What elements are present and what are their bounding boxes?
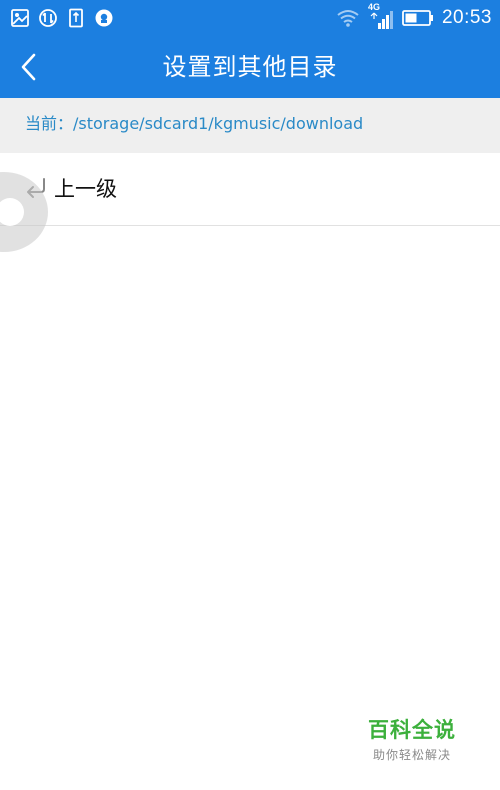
watermark-logo: 百科全说 助你轻松解决 bbox=[368, 714, 456, 763]
title-bar: 设置到其他目录 bbox=[0, 36, 500, 98]
back-button[interactable] bbox=[10, 47, 50, 87]
shield-icon bbox=[95, 9, 113, 27]
download-icon bbox=[69, 8, 83, 28]
watermark-subtitle: 助你轻松解决 bbox=[372, 748, 451, 762]
parent-directory-label: 上一级 bbox=[54, 177, 117, 201]
parent-directory-item[interactable]: 上一级 bbox=[0, 153, 500, 226]
battery-icon bbox=[402, 10, 433, 26]
status-time: 20:53 bbox=[441, 7, 492, 28]
status-bar: 4G 20:53 bbox=[0, 0, 500, 36]
sync-icon bbox=[39, 9, 57, 27]
signal-icon bbox=[370, 11, 393, 29]
screen: 4G 20:53 设置到其他目录 当前：/storage/sdcard1/kgm… bbox=[0, 0, 500, 790]
assist-ball-center bbox=[0, 198, 24, 226]
watermark-title: 百科全说 bbox=[368, 718, 456, 742]
system-status: 4G 20:53 bbox=[336, 2, 492, 31]
page-title: 设置到其他目录 bbox=[162, 53, 338, 81]
current-path-bar: 当前：/storage/sdcard1/kgmusic/download bbox=[0, 98, 500, 153]
notification-icons bbox=[10, 8, 114, 28]
chevron-left-icon bbox=[21, 53, 36, 81]
gallery-icon bbox=[11, 9, 29, 27]
signal-indicator: 4G bbox=[368, 2, 394, 31]
current-path: 当前：/storage/sdcard1/kgmusic/download bbox=[25, 114, 364, 133]
wifi-icon bbox=[337, 10, 359, 27]
